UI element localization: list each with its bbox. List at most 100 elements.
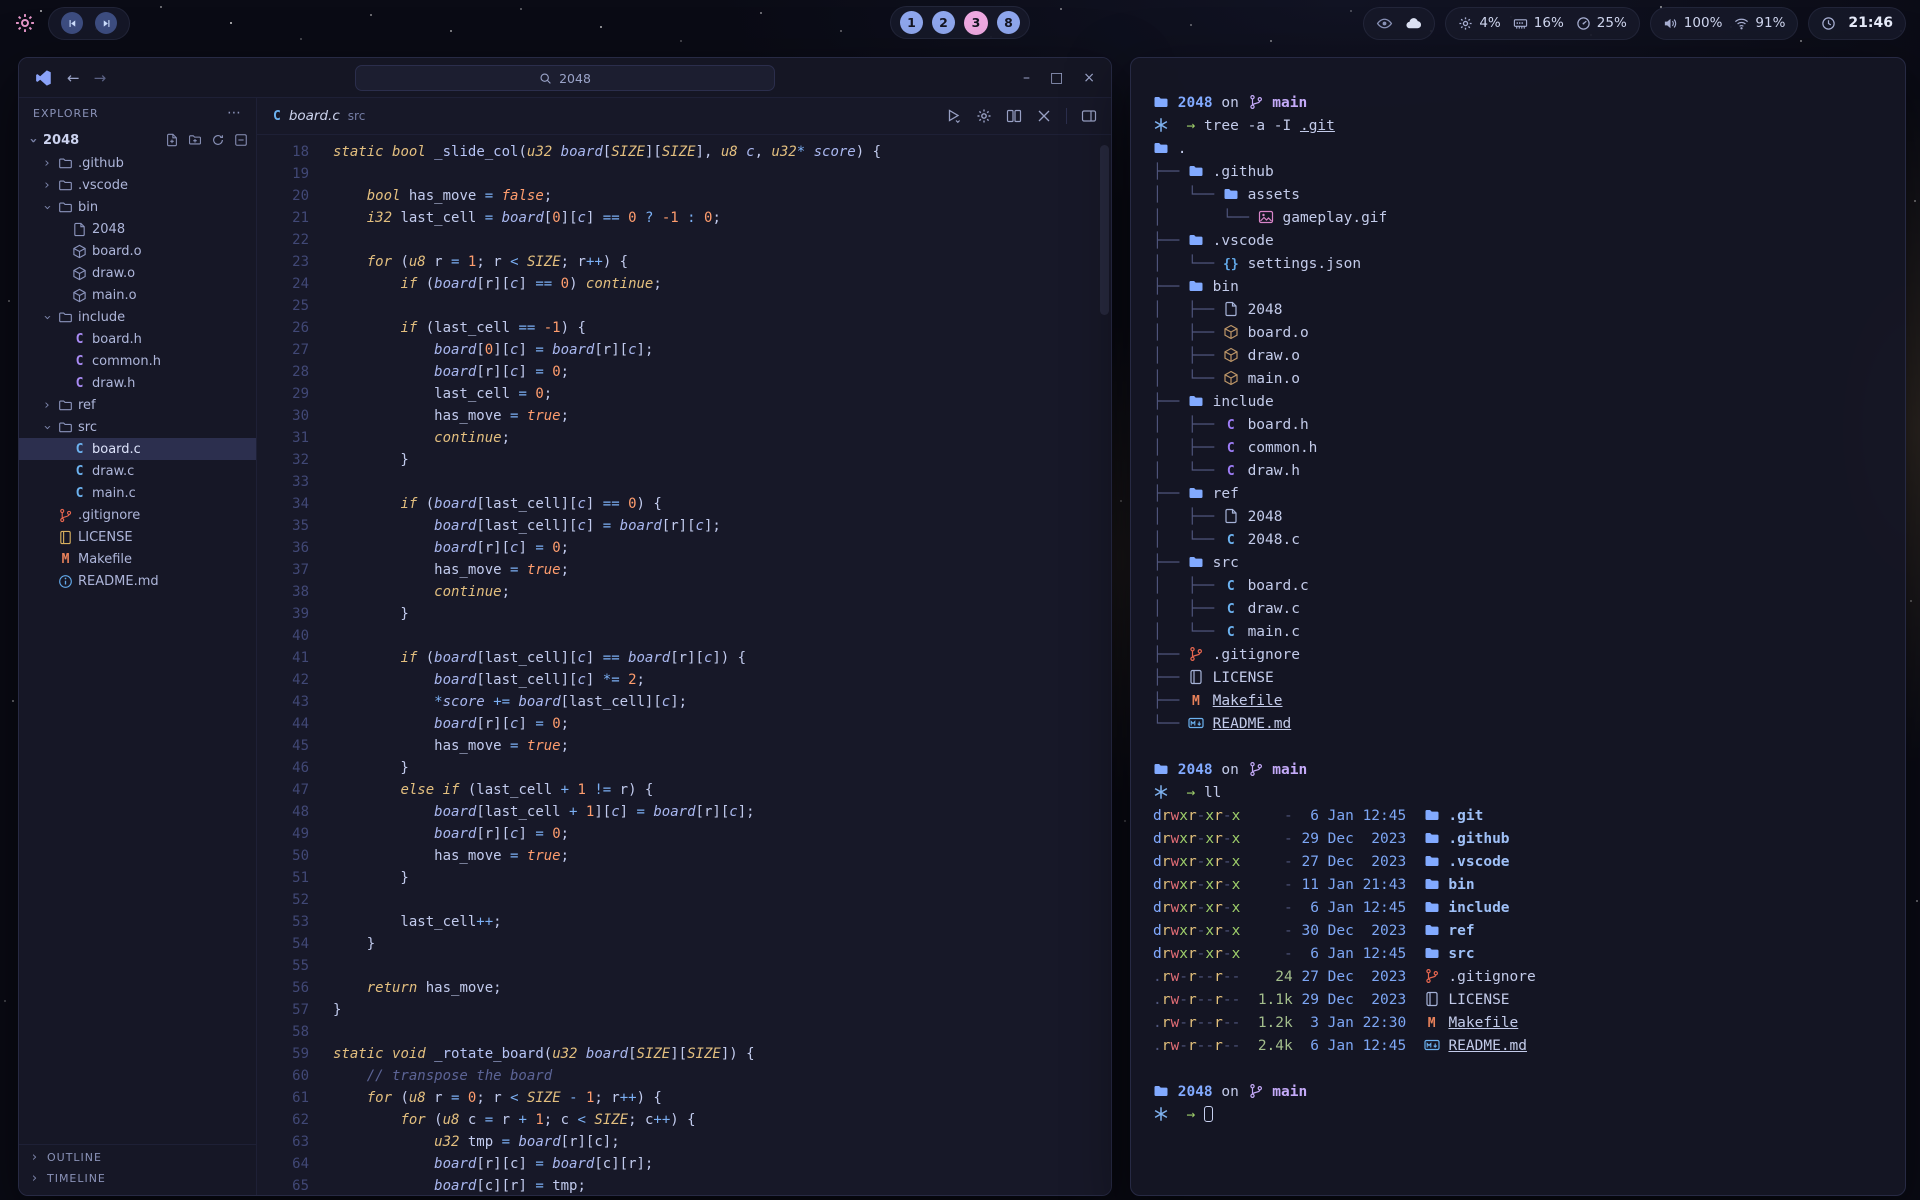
clock-pill[interactable]: 21:46	[1808, 7, 1906, 40]
chevron-right-icon: ›	[29, 1171, 41, 1186]
explorer-item-bin[interactable]: ›bin	[19, 196, 256, 218]
explorer-item-label: .vscode	[78, 178, 128, 193]
terminal-window[interactable]: 2048 on main → tree -a -I .git .├── .git…	[1130, 57, 1906, 1196]
explorer-item-2048[interactable]: 2048	[19, 218, 256, 240]
permissions: .rw-r--r--	[1153, 992, 1240, 1008]
settings-gear-icon[interactable]	[14, 12, 36, 34]
levels-pill[interactable]: 100%91%	[1650, 7, 1799, 40]
file-icon	[1223, 301, 1239, 317]
minimize-button[interactable]: –	[1023, 70, 1030, 86]
maximize-button[interactable]: □	[1050, 70, 1063, 86]
explorer-item-README.md[interactable]: README.md	[19, 570, 256, 592]
nix-icon	[1153, 117, 1169, 133]
folder-icon	[1188, 393, 1204, 409]
terminal-output: 2048 on main → tree -a -I .git .├── .git…	[1153, 92, 1883, 1127]
explorer-item-main.c[interactable]: Cmain.c	[19, 482, 256, 504]
permissions: .rw-r--r--	[1153, 1038, 1240, 1054]
line-number: 21	[257, 207, 309, 229]
code-line: for (u8 r = 0; r < SIZE - 1; r++) {	[333, 1087, 881, 1109]
explorer-item-main.o[interactable]: main.o	[19, 284, 256, 306]
close-button[interactable]: ×	[1083, 70, 1095, 86]
code-line: continue;	[333, 581, 881, 603]
timeline-panel[interactable]: ›TIMELINE	[19, 1168, 256, 1189]
folder-icon	[1424, 853, 1440, 869]
settings-icon[interactable]	[976, 108, 992, 124]
media-next-button[interactable]	[95, 12, 117, 34]
explorer-item-.vscode[interactable]: ›.vscode	[19, 174, 256, 196]
folder-o-icon	[58, 178, 73, 193]
explorer-item-include[interactable]: ›include	[19, 306, 256, 328]
file-letter-icon: C	[1223, 414, 1239, 437]
code-line: board[last_cell + 1][c] = board[r][c];	[333, 801, 881, 823]
explorer-item-board.h[interactable]: Cboard.h	[19, 328, 256, 350]
explorer-item-draw.o[interactable]: draw.o	[19, 262, 256, 284]
code-line: return has_move;	[333, 977, 881, 999]
nav-back-icon[interactable]: ←	[67, 69, 80, 87]
git-icon	[58, 508, 73, 523]
explorer-item-draw.h[interactable]: Cdraw.h	[19, 372, 256, 394]
explorer-item-src[interactable]: ›src	[19, 416, 256, 438]
code-line: }	[333, 933, 881, 955]
folder-icon	[1153, 1083, 1169, 1099]
explorer-item-draw.c[interactable]: Cdraw.c	[19, 460, 256, 482]
permissions: drwxr-xr-x	[1153, 831, 1240, 847]
outline-panel[interactable]: ›OUTLINE	[19, 1147, 256, 1168]
folder-icon	[1223, 186, 1239, 202]
system-stats-pill[interactable]: 4%16%25%	[1445, 7, 1639, 40]
workspace-2[interactable]: 2	[932, 11, 955, 34]
new-folder-icon[interactable]	[188, 133, 202, 147]
tab-filename[interactable]: board.c	[289, 108, 340, 124]
split-editor-icon[interactable]	[1006, 108, 1022, 124]
collapse-all-icon[interactable]	[234, 133, 248, 147]
stat-gear: 4%	[1458, 15, 1500, 31]
explorer-item-.github[interactable]: ›.github	[19, 152, 256, 174]
workspace-8[interactable]: 8	[997, 11, 1020, 34]
explorer-item-label: bin	[78, 200, 98, 215]
workspace-1[interactable]: 1	[900, 11, 923, 34]
stat-speaker: 100%	[1663, 15, 1723, 31]
explorer-item-label: README.md	[78, 574, 159, 589]
explorer-item-ref[interactable]: ›ref	[19, 394, 256, 416]
editor-pane: C board.c src 18192021222324252627282930…	[257, 98, 1111, 1195]
branch-icon	[1248, 761, 1264, 777]
editor-scrollbar[interactable]	[1100, 145, 1109, 315]
code-line: static bool _slide_col(u32 board[SIZE][S…	[333, 141, 881, 163]
file-letter-icon: C	[72, 486, 87, 501]
code-area[interactable]: 1819202122232425262728293031323334353637…	[257, 135, 1111, 1195]
run-file-icon[interactable]	[946, 108, 962, 124]
media-previous-button[interactable]	[61, 12, 83, 34]
explorer-item-label: ref	[78, 398, 96, 413]
explorer-item-Makefile[interactable]: MMakefile	[19, 548, 256, 570]
close-editor-icon[interactable]	[1036, 108, 1052, 124]
nav-forward-icon[interactable]: →	[94, 69, 107, 87]
explorer-item-board.o[interactable]: board.o	[19, 240, 256, 262]
workspaces: 1238	[890, 6, 1030, 39]
more-actions-icon[interactable]: ⋯	[227, 105, 242, 121]
cube-icon	[1223, 324, 1239, 340]
weather-pill[interactable]	[1363, 7, 1435, 40]
explorer-item-label: draw.o	[92, 266, 135, 281]
explorer-item-.gitignore[interactable]: .gitignore	[19, 504, 256, 526]
code-line: continue;	[333, 427, 881, 449]
line-number: 27	[257, 339, 309, 361]
editor-layout-icon[interactable]	[1081, 108, 1097, 124]
terminal-line: ├── src	[1153, 552, 1883, 575]
explorer-item-board.c[interactable]: Cboard.c	[19, 438, 256, 460]
explorer-root-row[interactable]: › 2048	[19, 128, 256, 152]
editor-actions	[946, 108, 1097, 124]
new-file-icon[interactable]	[165, 133, 179, 147]
book-icon	[1424, 991, 1440, 1007]
workspace-3[interactable]: 3	[964, 11, 988, 35]
refresh-icon[interactable]	[211, 133, 225, 147]
explorer-item-label: draw.c	[92, 464, 134, 479]
file-letter-icon: C	[1223, 598, 1239, 621]
code-line: }	[333, 603, 881, 625]
tab-directory: src	[348, 109, 366, 123]
nix-icon	[1153, 784, 1169, 800]
code-line: has_move = true;	[333, 735, 881, 757]
code-line: }	[333, 449, 881, 471]
code-line: if (board[last_cell][c] == 0) {	[333, 493, 881, 515]
explorer-item-LICENSE[interactable]: LICENSE	[19, 526, 256, 548]
explorer-item-common.h[interactable]: Ccommon.h	[19, 350, 256, 372]
command-center-search[interactable]: 2048	[355, 65, 775, 91]
